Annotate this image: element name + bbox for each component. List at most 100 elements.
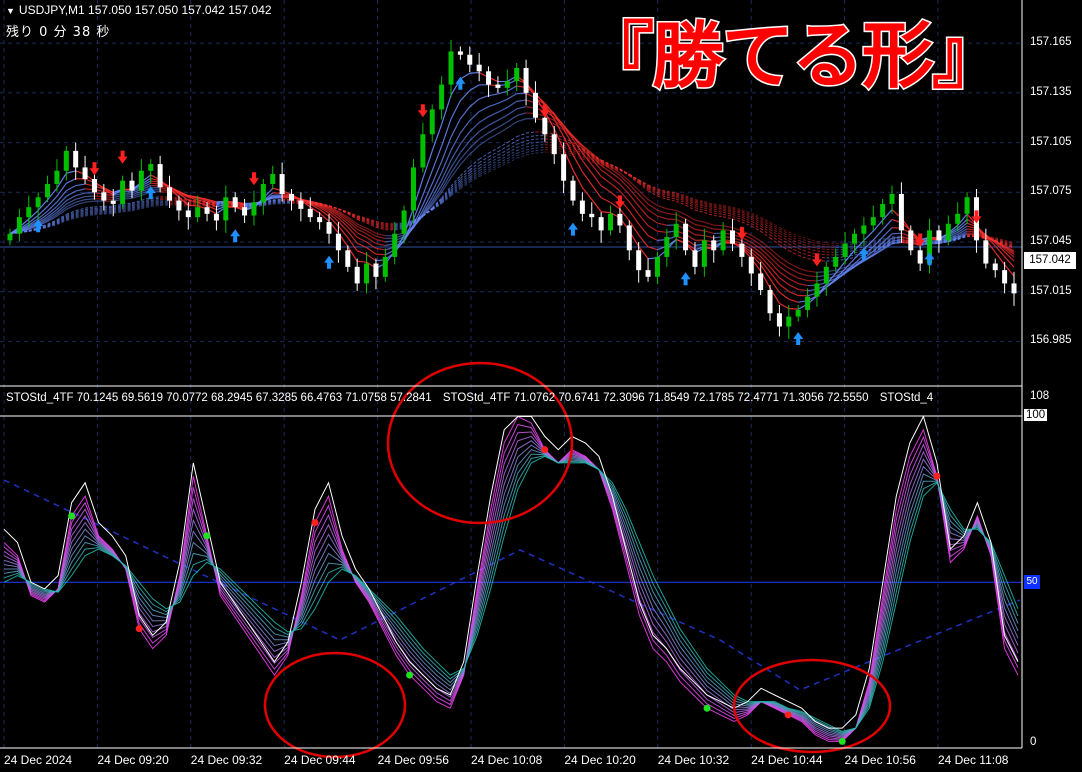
ribbon-segment — [694, 209, 705, 214]
candle-body — [410, 167, 416, 211]
ribbon-segment — [666, 218, 677, 221]
ribbon-segment — [450, 143, 461, 161]
ribbon-segment — [666, 198, 677, 202]
ribbon-segment — [488, 160, 499, 166]
ribbon-segment — [488, 119, 499, 126]
sell-signal-dot — [784, 711, 792, 719]
candle-body — [307, 208, 313, 218]
candle-body — [579, 200, 585, 214]
candle-body — [16, 217, 22, 234]
dropdown-triangle-icon[interactable]: ▼ — [6, 6, 15, 16]
ribbon-segment — [676, 200, 686, 206]
candle-body — [805, 296, 811, 310]
ribbon-segment — [469, 84, 480, 91]
candle-body — [692, 250, 698, 267]
ribbon-segment — [816, 247, 827, 250]
ribbon-segment — [272, 201, 283, 203]
ribbon-segment — [497, 160, 508, 166]
ribbon-segment — [798, 282, 808, 287]
ribbon-segment — [788, 284, 799, 290]
candle-body — [654, 256, 660, 277]
ribbon-segment — [788, 231, 799, 237]
ribbon-segment — [75, 188, 86, 192]
candle-body — [82, 167, 88, 180]
candle-body — [326, 222, 332, 234]
ribbon-segment — [507, 136, 517, 144]
ribbon-segment — [826, 244, 836, 246]
price-tick-label: 157.135 — [1030, 85, 1072, 98]
candle-body — [851, 233, 857, 244]
ribbon-segment — [488, 126, 499, 134]
ribbon-segment — [657, 204, 668, 210]
candle-body — [908, 230, 914, 251]
ribbon-segment — [506, 115, 518, 123]
candle-body — [429, 109, 435, 135]
ribbon-segment — [807, 242, 818, 247]
ribbon-segment — [525, 138, 536, 142]
ribbon-segment — [459, 147, 471, 160]
ribbon-segment — [357, 218, 367, 224]
down-arrow-icon — [811, 253, 822, 267]
highlight-ellipse — [263, 651, 407, 759]
ribbon-segment — [272, 203, 283, 205]
ribbon-segment — [366, 247, 377, 255]
ribbon-segment — [779, 238, 790, 245]
price-tick-label: 157.075 — [1030, 185, 1072, 198]
ribbon-segment — [516, 143, 527, 149]
ribbon-segment — [779, 283, 790, 292]
stochastic-line — [3, 455, 1019, 734]
ribbon-segment — [75, 195, 86, 200]
ribbon-segment — [535, 146, 545, 149]
ribbon-segment — [85, 195, 95, 198]
ribbon-segment — [356, 236, 367, 243]
ribbon-segment — [66, 178, 76, 184]
ribbon-segment — [506, 108, 518, 116]
candle-body — [54, 170, 60, 184]
up-arrow-icon — [924, 252, 935, 266]
highlight-ellipse — [386, 361, 574, 525]
candle-body — [936, 230, 942, 241]
candle-body — [720, 230, 726, 251]
candle-body — [683, 223, 689, 251]
ribbon-segment — [385, 224, 395, 226]
candle-body — [251, 202, 257, 216]
ribbon-segment — [507, 147, 517, 154]
ribbon-segment — [431, 161, 443, 184]
ribbon-segment — [526, 131, 536, 134]
candle-body — [63, 150, 69, 171]
buy-signal-dot — [203, 532, 211, 540]
candle-body — [889, 193, 895, 204]
ribbon-segment — [131, 199, 142, 204]
ribbon-segment — [375, 235, 386, 240]
ribbon-segment — [807, 248, 818, 252]
candle-body — [636, 250, 642, 271]
time-tick-label: 24 Dec 2024 — [4, 753, 73, 767]
candle-body — [195, 207, 201, 218]
up-arrow-icon — [230, 229, 241, 243]
candle-body — [964, 197, 970, 214]
ribbon-segment — [197, 197, 208, 201]
time-tick-label: 24 Dec 10:20 — [564, 753, 636, 767]
symbol-header[interactable]: ▼ USDJPY,M1 157.050 157.050 157.042 157.0… — [6, 3, 272, 17]
stochastic-main-line — [3, 415, 1019, 729]
ribbon-segment — [723, 213, 733, 218]
ribbon-segment — [779, 291, 790, 300]
candle-body — [514, 68, 520, 82]
ribbon-segment — [478, 95, 489, 100]
ribbon-segment — [535, 144, 545, 146]
level-50-tag: 50 — [1024, 575, 1040, 589]
ribbon-segment — [704, 230, 714, 235]
candle-body — [467, 54, 473, 65]
trading-chart[interactable] — [0, 0, 1082, 772]
price-tick-label: 157.105 — [1030, 135, 1072, 148]
ribbon-segment — [66, 170, 76, 174]
current-price-tag: 157.042 — [1024, 252, 1076, 269]
ribbon-segment — [723, 216, 733, 220]
stochastic-panel — [0, 415, 1022, 745]
ribbon-segment — [506, 100, 518, 108]
indicator-axis-bottom: 0 — [1030, 736, 1037, 748]
ribbon-segment — [66, 185, 76, 192]
ribbon-segment — [506, 93, 518, 100]
ribbon-segment — [591, 184, 602, 199]
ribbon-segment — [769, 252, 780, 262]
